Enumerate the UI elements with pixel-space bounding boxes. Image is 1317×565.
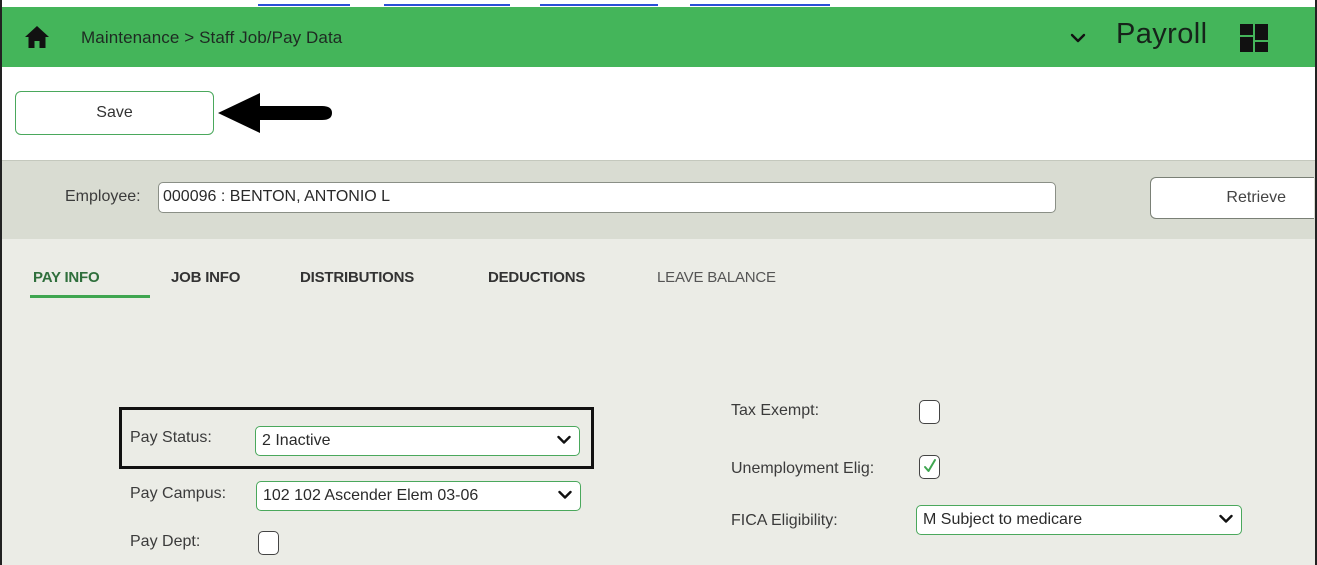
fica-eligibility-label: FICA Eligibility: — [731, 512, 838, 529]
tab-job-info[interactable]: JOB INFO — [171, 269, 240, 286]
tab-pay-info[interactable]: PAY INFO — [33, 269, 100, 286]
fica-eligibility-value: M Subject to medicare — [923, 511, 1083, 528]
pay-campus-label: Pay Campus: — [130, 485, 227, 502]
checkmark-icon — [924, 459, 936, 472]
chevron-down-icon — [558, 490, 572, 499]
fica-eligibility-select[interactable]: M Subject to medicare — [916, 505, 1242, 535]
pay-campus-value: 102 102 Ascender Elem 03-06 — [263, 487, 479, 504]
home-icon[interactable] — [24, 25, 50, 49]
tab-distributions[interactable]: DISTRIBUTIONS — [300, 269, 414, 286]
arrow-left-icon — [218, 93, 332, 133]
breadcrumb: Maintenance > Staff Job/Pay Data — [81, 28, 343, 47]
chevron-down-icon — [1219, 514, 1233, 523]
tab-leave-balance[interactable]: LEAVE BALANCE — [657, 269, 776, 286]
chevron-down-icon[interactable] — [1068, 26, 1088, 50]
tab-bar: PAY INFO JOB INFO DISTRIBUTIONS DEDUCTIO… — [2, 239, 1315, 309]
save-button[interactable]: Save — [15, 91, 214, 135]
active-tab-indicator — [30, 295, 150, 298]
employee-input[interactable]: 000096 : BENTON, ANTONIO L — [158, 182, 1056, 213]
app-header: Maintenance > Staff Job/Pay Data Payroll — [2, 7, 1315, 67]
highlight-box — [119, 407, 594, 469]
tax-exempt-label: Tax Exempt: — [731, 402, 820, 419]
pay-dept-checkbox[interactable] — [258, 531, 279, 555]
cropped-top-strip — [0, 0, 1317, 7]
pay-dept-label: Pay Dept: — [130, 533, 201, 550]
unemployment-elig-label: Unemployment Elig: — [731, 460, 875, 477]
tax-exempt-checkbox[interactable] — [919, 400, 940, 424]
grid-icon[interactable] — [1239, 23, 1269, 53]
tab-deductions[interactable]: DEDUCTIONS — [488, 269, 585, 286]
retrieve-button[interactable]: Retrieve — [1150, 177, 1314, 219]
unemployment-elig-checkbox[interactable] — [919, 455, 940, 479]
pay-campus-select[interactable]: 102 102 Ascender Elem 03-06 — [256, 481, 581, 511]
module-name[interactable]: Payroll — [1116, 18, 1207, 51]
employee-label: Employee: — [65, 188, 141, 205]
